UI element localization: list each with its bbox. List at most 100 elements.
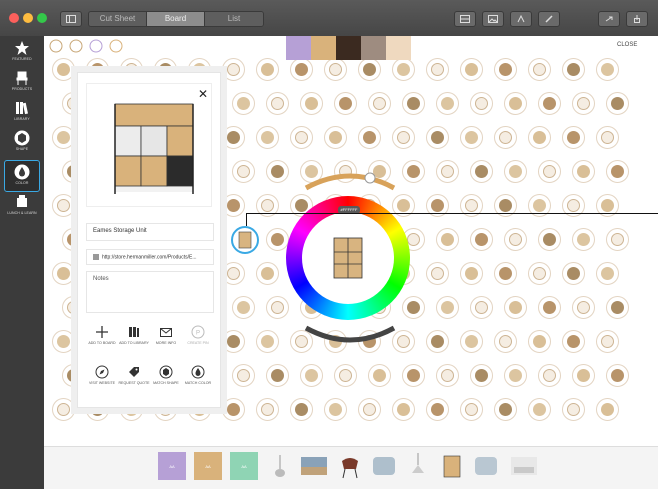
product-thumb[interactable] xyxy=(290,58,313,81)
product-thumb[interactable] xyxy=(606,92,629,115)
minimize-window-button[interactable] xyxy=(23,13,33,23)
product-thumb[interactable] xyxy=(470,92,493,115)
product-thumb[interactable] xyxy=(358,126,381,149)
create-pin-button[interactable]: P CREATE PIN xyxy=(182,325,214,345)
palette-swatch[interactable] xyxy=(386,36,411,60)
product-thumb[interactable] xyxy=(436,364,459,387)
sidebar-item-library[interactable]: LIBRARY xyxy=(4,100,40,132)
product-thumb[interactable] xyxy=(460,126,483,149)
product-thumb[interactable] xyxy=(504,228,527,251)
product-name-field[interactable]: Eames Storage Unit xyxy=(86,223,214,241)
product-thumb[interactable] xyxy=(538,364,561,387)
product-thumb[interactable] xyxy=(436,228,459,251)
product-thumb[interactable] xyxy=(256,58,279,81)
product-thumb[interactable] xyxy=(436,160,459,183)
tray-artwork-thumb[interactable] xyxy=(300,453,328,479)
product-thumb[interactable] xyxy=(538,160,561,183)
tray-color-swatch[interactable]: AA xyxy=(194,452,222,480)
share-button[interactable] xyxy=(626,11,648,27)
brightness-arc[interactable] xyxy=(300,168,400,194)
product-thumb[interactable] xyxy=(52,262,75,285)
product-thumb[interactable] xyxy=(266,364,289,387)
product-thumb[interactable] xyxy=(426,398,449,421)
product-thumb[interactable] xyxy=(324,126,347,149)
product-thumb[interactable] xyxy=(606,160,629,183)
product-thumb[interactable] xyxy=(470,364,493,387)
tray-storage-thumb[interactable] xyxy=(438,453,466,479)
product-thumb[interactable] xyxy=(504,92,527,115)
product-thumb[interactable] xyxy=(528,330,551,353)
product-thumb[interactable] xyxy=(460,398,483,421)
product-thumb[interactable] xyxy=(392,126,415,149)
palette-swatch[interactable] xyxy=(336,36,361,60)
product-thumb[interactable] xyxy=(528,58,551,81)
product-thumb[interactable] xyxy=(300,92,323,115)
product-thumb[interactable] xyxy=(606,228,629,251)
product-thumb[interactable] xyxy=(256,262,279,285)
product-thumb[interactable] xyxy=(266,92,289,115)
tray-pendant-thumb[interactable] xyxy=(404,453,432,479)
product-thumb[interactable] xyxy=(460,330,483,353)
product-thumb[interactable] xyxy=(460,58,483,81)
product-thumb[interactable] xyxy=(222,398,245,421)
product-thumb[interactable] xyxy=(334,92,357,115)
product-thumb[interactable] xyxy=(504,160,527,183)
product-thumb[interactable] xyxy=(256,330,279,353)
grid-view-button[interactable] xyxy=(454,11,476,27)
product-thumb[interactable] xyxy=(266,160,289,183)
tray-color-swatch[interactable]: AA xyxy=(230,452,258,480)
product-thumb[interactable] xyxy=(436,92,459,115)
product-thumb[interactable] xyxy=(572,296,595,319)
product-thumb[interactable] xyxy=(256,398,279,421)
tray-chair-thumb[interactable] xyxy=(336,453,364,479)
product-thumb[interactable] xyxy=(538,296,561,319)
product-thumb[interactable] xyxy=(426,262,449,285)
product-thumb[interactable] xyxy=(596,398,619,421)
product-thumb[interactable] xyxy=(596,330,619,353)
product-thumb[interactable] xyxy=(572,364,595,387)
fullscreen-button[interactable] xyxy=(598,11,620,27)
sidebar-item-lunch-learn[interactable]: LUNCH & LEARN xyxy=(4,194,40,226)
product-thumb[interactable] xyxy=(402,296,425,319)
product-thumb[interactable] xyxy=(402,364,425,387)
product-thumb[interactable] xyxy=(324,58,347,81)
add-to-board-button[interactable]: ADD TO BOARD xyxy=(86,325,118,345)
product-thumb[interactable] xyxy=(222,262,245,285)
pen-button[interactable] xyxy=(538,11,560,27)
product-thumb[interactable] xyxy=(368,92,391,115)
sidebar-item-color[interactable]: COLOR xyxy=(4,160,40,192)
product-thumb[interactable] xyxy=(538,228,561,251)
product-thumb[interactable] xyxy=(300,364,323,387)
product-thumb[interactable] xyxy=(606,296,629,319)
product-thumb[interactable] xyxy=(222,126,245,149)
tab-cut-sheet[interactable]: Cut Sheet xyxy=(89,12,147,26)
zoom-window-button[interactable] xyxy=(37,13,47,23)
close-window-button[interactable] xyxy=(9,13,19,23)
tab-board[interactable]: Board xyxy=(147,12,205,26)
product-thumb[interactable] xyxy=(52,330,75,353)
product-thumb[interactable] xyxy=(52,194,75,217)
product-thumb[interactable] xyxy=(470,228,493,251)
product-thumb[interactable] xyxy=(266,228,289,251)
match-shape-button[interactable]: MATCH SHAPE xyxy=(150,365,182,385)
tab-list[interactable]: List xyxy=(205,12,263,26)
product-thumb[interactable] xyxy=(528,126,551,149)
product-thumb[interactable] xyxy=(470,160,493,183)
product-thumb[interactable] xyxy=(596,262,619,285)
notes-field[interactable]: Notes xyxy=(86,271,214,313)
product-thumb[interactable] xyxy=(334,364,357,387)
selected-product-thumb[interactable] xyxy=(231,226,259,254)
product-thumb[interactable] xyxy=(426,330,449,353)
sidebar-toggle-button[interactable] xyxy=(60,11,82,27)
product-thumb[interactable] xyxy=(572,228,595,251)
product-thumb[interactable] xyxy=(596,126,619,149)
product-thumb[interactable] xyxy=(232,92,255,115)
product-thumb[interactable] xyxy=(562,58,585,81)
product-thumb[interactable] xyxy=(494,126,517,149)
match-color-button[interactable]: MATCH COLOR xyxy=(182,365,214,385)
product-thumb[interactable] xyxy=(368,364,391,387)
product-thumb[interactable] xyxy=(528,398,551,421)
product-thumb[interactable] xyxy=(358,398,381,421)
product-thumb[interactable] xyxy=(256,126,279,149)
palette-swatch[interactable] xyxy=(286,36,311,60)
